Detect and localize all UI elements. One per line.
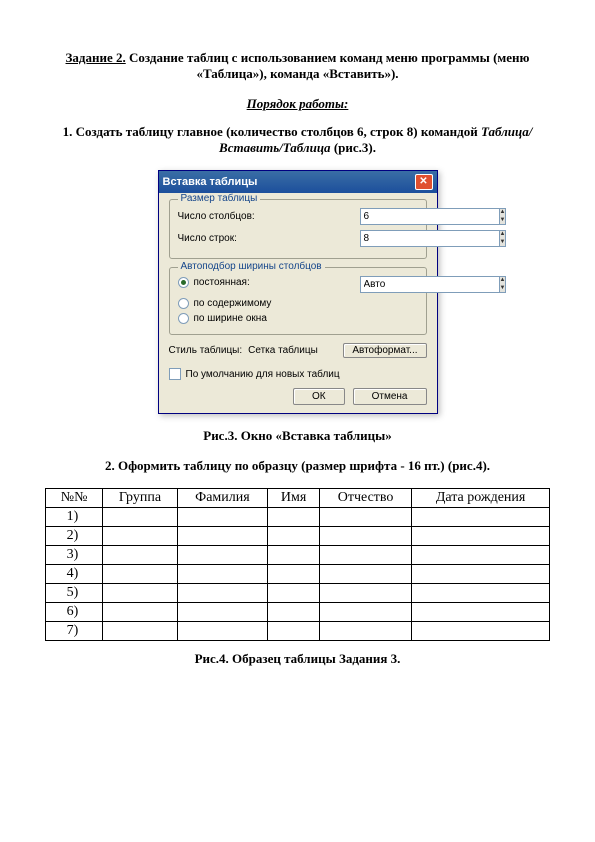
cell-num: 1) xyxy=(46,508,103,527)
group-table-size: Размер таблицы Число столбцов: ▲▼ Число … xyxy=(169,199,427,259)
style-label: Стиль таблицы: xyxy=(169,345,243,356)
group-autofit-legend: Автоподбор ширины столбцов xyxy=(178,261,325,272)
radio-fixed-label: постоянная: xyxy=(194,277,250,288)
default-checkbox-row[interactable]: По умолчанию для новых таблиц xyxy=(169,368,427,380)
fixed-width-spin-buttons[interactable]: ▲▼ xyxy=(500,276,507,293)
table-row: 6) xyxy=(46,603,550,622)
task-text-2: «Таблица»), команда «Вставить»). xyxy=(196,66,398,81)
cell-num: 7) xyxy=(46,622,103,641)
rows-spinner[interactable]: ▲▼ xyxy=(360,230,418,247)
autoformat-button[interactable]: Автоформат... xyxy=(343,343,426,358)
cancel-button[interactable]: Отмена xyxy=(353,388,427,405)
cols-spin-buttons[interactable]: ▲▼ xyxy=(500,208,507,225)
default-checkbox-label: По умолчанию для новых таблиц xyxy=(186,369,340,380)
radio-content-label: по содержимому xyxy=(194,298,272,309)
table-row: 5) xyxy=(46,584,550,603)
close-icon[interactable]: ✕ xyxy=(415,174,433,190)
cols-spinner[interactable]: ▲▼ xyxy=(360,208,418,225)
th-num: №№ xyxy=(46,489,103,508)
cols-input[interactable] xyxy=(360,208,500,225)
style-value: Сетка таблицы xyxy=(248,345,318,356)
fixed-width-input[interactable] xyxy=(360,276,500,293)
dialog-titlebar[interactable]: Вставка таблицы ✕ xyxy=(159,171,437,193)
cols-label: Число столбцов: xyxy=(178,211,255,222)
group-size-legend: Размер таблицы xyxy=(178,193,261,204)
task-label: Задание 2. xyxy=(66,50,126,65)
dialog-actions: ОК Отмена xyxy=(169,388,427,405)
fig3-caption: Рис.3. Окно «Вставка таблицы» xyxy=(45,428,550,444)
sample-table: №№ Группа Фамилия Имя Отчество Дата рожд… xyxy=(45,488,550,641)
cell-num: 4) xyxy=(46,565,103,584)
radio-content[interactable] xyxy=(178,298,189,309)
insert-table-dialog: Вставка таблицы ✕ Размер таблицы Число с… xyxy=(158,170,438,414)
default-checkbox[interactable] xyxy=(169,368,181,380)
table-header-row: №№ Группа Фамилия Имя Отчество Дата рожд… xyxy=(46,489,550,508)
radio-fixed[interactable] xyxy=(178,277,189,288)
fixed-width-spinner[interactable]: ▲▼ xyxy=(360,276,418,293)
rows-label: Число строк: xyxy=(178,233,237,244)
step-1: 1. Создать таблицу главное (количество с… xyxy=(45,124,550,156)
step1-tail: (рис.3). xyxy=(331,140,376,155)
th-firstname: Имя xyxy=(268,489,320,508)
dialog-title: Вставка таблицы xyxy=(163,176,258,188)
table-row: 3) xyxy=(46,546,550,565)
radio-window-label: по ширине окна xyxy=(194,313,267,324)
radio-window[interactable] xyxy=(178,313,189,324)
rows-spin-buttons[interactable]: ▲▼ xyxy=(500,230,507,247)
task-text-1: Создание таблиц с использованием команд … xyxy=(129,50,529,65)
group-autofit: Автоподбор ширины столбцов постоянная: ▲… xyxy=(169,267,427,335)
rows-input[interactable] xyxy=(360,230,500,247)
table-row: 7) xyxy=(46,622,550,641)
task-title: Задание 2. Создание таблиц с использован… xyxy=(45,50,550,82)
th-patronymic: Отчество xyxy=(319,489,411,508)
table-row: 2) xyxy=(46,527,550,546)
table-row: 4) xyxy=(46,565,550,584)
cell-num: 6) xyxy=(46,603,103,622)
dialog-body: Размер таблицы Число столбцов: ▲▼ Число … xyxy=(159,193,437,413)
cell-num: 2) xyxy=(46,527,103,546)
step1-text: 1. Создать таблицу главное (количество с… xyxy=(63,124,481,139)
table-row: 1) xyxy=(46,508,550,527)
style-row: Стиль таблицы: Сетка таблицы Автоформат.… xyxy=(169,343,427,358)
fig4-caption: Рис.4. Образец таблицы Задания 3. xyxy=(45,651,550,667)
step-2: 2. Оформить таблицу по образцу (размер ш… xyxy=(45,458,550,474)
workorder-heading: Порядок работы: xyxy=(45,96,550,112)
ok-button[interactable]: ОК xyxy=(293,388,345,405)
th-birthdate: Дата рождения xyxy=(412,489,550,508)
cell-num: 3) xyxy=(46,546,103,565)
cell-num: 5) xyxy=(46,584,103,603)
dialog-figure: Вставка таблицы ✕ Размер таблицы Число с… xyxy=(45,170,550,414)
th-group: Группа xyxy=(103,489,177,508)
th-lastname: Фамилия xyxy=(177,489,268,508)
